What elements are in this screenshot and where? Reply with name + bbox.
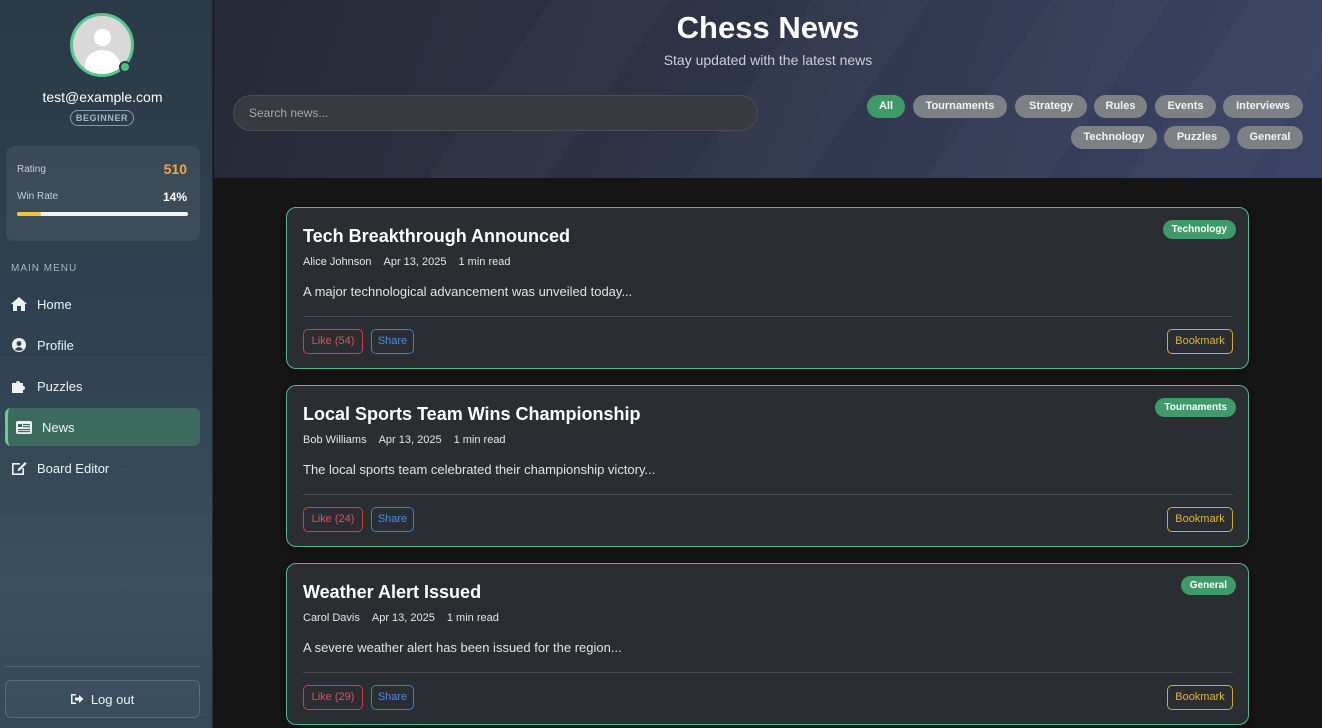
menu-title: MAIN MENU xyxy=(11,263,78,274)
filter-chip-general[interactable]: General xyxy=(1237,126,1303,149)
like-button[interactable]: Like (54) xyxy=(303,329,363,354)
article-meta: Carol Davis Apr 13, 2025 1 min read xyxy=(303,612,511,624)
category-badge: General xyxy=(1180,576,1236,595)
edit-icon xyxy=(11,460,27,476)
share-button[interactable]: Share xyxy=(371,507,414,532)
filter-chip-tournaments[interactable]: Tournaments xyxy=(913,95,1007,118)
article-author: Alice Johnson xyxy=(303,256,372,268)
filter-chip-all[interactable]: All xyxy=(867,95,905,118)
sidebar-item-board-editor[interactable]: Board Editor xyxy=(5,449,200,487)
stats-card: Rating 510 Win Rate 14% xyxy=(6,146,200,241)
sidebar-item-label: News xyxy=(42,419,75,435)
article-read-time: 1 min read xyxy=(446,612,499,624)
sidebar-item-home[interactable]: Home xyxy=(5,285,200,323)
user-email: test@example.com xyxy=(42,89,163,105)
online-status-icon xyxy=(119,61,131,73)
article-excerpt: The local sports team celebrated their c… xyxy=(303,462,656,477)
share-button[interactable]: Share xyxy=(371,685,414,710)
article-read-time: 1 min read xyxy=(453,434,506,446)
filter-chip-technology[interactable]: Technology xyxy=(1071,126,1157,149)
sidebar-item-label: Puzzles xyxy=(37,378,83,394)
level-badge: BEGINNER xyxy=(70,110,134,126)
article-excerpt: A major technological advancement was un… xyxy=(303,284,633,299)
page-subtitle: Stay updated with the latest news xyxy=(663,52,873,68)
news-card[interactable]: Tech Breakthrough Announced Technology A… xyxy=(286,207,1249,369)
article-meta: Bob Williams Apr 13, 2025 1 min read xyxy=(303,434,518,446)
sidebar-item-news[interactable]: News xyxy=(5,408,200,446)
card-divider xyxy=(303,672,1233,673)
category-badge: Tournaments xyxy=(1155,398,1236,417)
article-title[interactable]: Weather Alert Issued xyxy=(303,582,481,603)
article-title[interactable]: Local Sports Team Wins Championship xyxy=(303,404,641,425)
article-author: Carol Davis xyxy=(303,612,360,624)
home-icon xyxy=(11,296,27,312)
article-read-time: 1 min read xyxy=(458,256,511,268)
puzzle-icon xyxy=(11,378,27,394)
like-button[interactable]: Like (24) xyxy=(303,507,363,532)
bookmark-button[interactable]: Bookmark xyxy=(1167,507,1233,532)
sidebar-item-label: Board Editor xyxy=(37,460,110,476)
sidebar-divider xyxy=(5,666,200,667)
share-button[interactable]: Share xyxy=(371,329,414,354)
like-button[interactable]: Like (29) xyxy=(303,685,363,710)
logout-label: Log out xyxy=(90,691,135,707)
winrate-label: Win Rate xyxy=(17,191,59,202)
bookmark-button[interactable]: Bookmark xyxy=(1167,685,1233,710)
rating-value: 510 xyxy=(163,161,187,177)
article-title[interactable]: Tech Breakthrough Announced xyxy=(303,226,570,247)
card-divider xyxy=(303,494,1233,495)
bookmark-button[interactable]: Bookmark xyxy=(1167,329,1233,354)
sidebar-item-label: Home xyxy=(37,296,72,312)
sidebar-item-profile[interactable]: Profile xyxy=(5,326,200,364)
filter-chip-puzzles[interactable]: Puzzles xyxy=(1164,126,1230,149)
article-date: Apr 13, 2025 xyxy=(371,612,435,624)
winrate-value: 14% xyxy=(162,190,187,204)
logout-icon xyxy=(70,693,84,705)
logout-button[interactable]: Log out xyxy=(5,680,200,718)
newspaper-icon xyxy=(16,419,32,435)
sidebar-item-label: Profile xyxy=(37,337,74,353)
article-date: Apr 13, 2025 xyxy=(378,434,442,446)
news-card[interactable]: Local Sports Team Wins Championship Tour… xyxy=(286,385,1249,547)
search-input[interactable] xyxy=(233,95,758,131)
filter-chip-events[interactable]: Events xyxy=(1155,95,1216,118)
news-card[interactable]: Weather Alert Issued General Carol Davis… xyxy=(286,563,1249,725)
winrate-progress-fill xyxy=(17,212,41,216)
category-badge: Technology xyxy=(1162,220,1236,239)
page-header: Chess News Stay updated with the latest … xyxy=(214,0,1322,178)
sidebar: test@example.com BEGINNER Rating 510 Win… xyxy=(0,0,213,728)
rating-label: Rating xyxy=(17,164,46,175)
article-date: Apr 13, 2025 xyxy=(383,256,447,268)
article-meta: Alice Johnson Apr 13, 2025 1 min read xyxy=(303,256,522,268)
page-title: Chess News xyxy=(676,10,860,45)
winrate-progress-bar xyxy=(17,212,188,216)
article-author: Bob Williams xyxy=(303,434,367,446)
filter-chip-interviews[interactable]: Interviews xyxy=(1223,95,1303,118)
sidebar-item-puzzles[interactable]: Puzzles xyxy=(5,367,200,405)
news-feed: Tech Breakthrough Announced Technology A… xyxy=(214,178,1322,728)
article-excerpt: A severe weather alert has been issued f… xyxy=(303,640,622,655)
card-divider xyxy=(303,316,1233,317)
avatar[interactable] xyxy=(70,13,134,77)
user-circle-icon xyxy=(11,337,27,353)
filter-chip-rules[interactable]: Rules xyxy=(1094,95,1147,118)
filter-chip-strategy[interactable]: Strategy xyxy=(1015,95,1087,118)
